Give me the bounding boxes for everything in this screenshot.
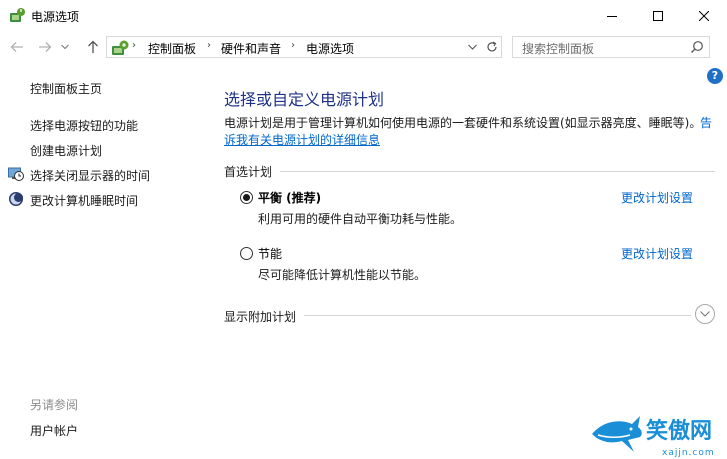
create-power-plan-link[interactable]: 创建电源计划 [30,142,102,159]
power-plan-info-link[interactable]: 诉我有关电源计划的详细信息 [224,131,380,148]
refresh-button[interactable] [482,36,502,58]
radio-power-saver[interactable] [240,247,253,260]
arrow-left-icon [10,42,23,52]
see-also-heading: 另请参阅 [30,398,79,412]
section-divider [280,171,715,172]
search-icon [691,41,703,53]
page-description: 电源计划是用于管理计算机如何使用电源的一套硬件和系统设置(如显示器亮度、睡眠等)… [224,116,702,130]
chevron-down-icon [700,311,710,317]
breadcrumb-separator: › [207,40,211,51]
control-panel-icon [112,40,129,55]
user-accounts-link[interactable]: 用户帐户 [30,422,78,439]
breadcrumb-separator: › [291,40,295,51]
display-off-time-link[interactable]: 选择关闭显示器的时间 [30,167,150,184]
maximize-icon [653,10,663,21]
help-button[interactable]: ? [707,68,723,84]
shark-logo-icon: 笑傲网 xajjn.com [592,416,715,458]
maximize-button[interactable] [635,0,681,31]
radio-balanced[interactable] [240,191,253,204]
address-dropdown-button[interactable] [463,36,481,58]
preferred-plans-header: 首选计划 [224,165,273,179]
breadcrumb-power-options[interactable]: 电源选项 [306,40,354,57]
search-placeholder: 搜索控制面板 [522,42,595,56]
plan-name-balanced[interactable]: 平衡 (推荐) [258,189,321,206]
breadcrumb-separator: › [132,40,136,51]
page-title: 选择或自定义电源计划 [224,90,385,109]
sleep-time-link[interactable]: 更改计算机睡眠时间 [30,192,138,209]
window-title: 电源选项 [31,10,80,24]
chevron-down-icon [467,44,477,50]
expand-additional-plans-button[interactable] [695,304,715,324]
title-bar: 电源选项 [0,0,727,31]
plan-desc-power-saver: 尽可能降低计算机性能以节能。 [258,268,427,282]
power-plan-info-link[interactable]: 告 [700,114,712,131]
power-options-icon [10,8,25,22]
chevron-down-icon [61,44,69,50]
svg-text:笑傲网: 笑傲网 [646,418,712,444]
recent-locations-button[interactable] [58,37,72,57]
control-panel-home-link[interactable]: 控制面板主页 [30,80,102,97]
back-button[interactable] [6,37,28,57]
breadcrumb-control-panel[interactable]: 控制面板 [148,40,196,57]
refresh-icon [486,41,497,52]
search-input[interactable]: 搜索控制面板 [512,36,710,58]
moon-icon [9,192,23,206]
forward-button[interactable] [34,37,56,57]
arrow-up-icon [88,40,98,53]
monitor-clock-icon [8,167,24,181]
section-divider [304,315,691,316]
plan-desc-balanced: 利用可用的硬件自动平衡功耗与性能。 [258,212,463,226]
change-plan-settings-power-saver[interactable]: 更改计划设置 [621,245,693,262]
plan-name-power-saver[interactable]: 节能 [258,245,282,262]
choose-power-button-link[interactable]: 选择电源按钮的功能 [30,117,138,134]
change-plan-settings-balanced[interactable]: 更改计划设置 [621,189,693,206]
additional-plans-header[interactable]: 显示附加计划 [224,308,296,325]
close-icon [699,10,709,21]
up-button[interactable] [82,37,104,57]
svg-text:xajjn.com: xajjn.com [662,448,715,458]
close-button[interactable] [681,0,727,31]
minimize-button[interactable] [589,0,635,31]
breadcrumb-hardware-sound[interactable]: 硬件和声音 [221,40,281,57]
address-bar[interactable]: › 控制面板 › 硬件和声音 › 电源选项 [106,36,502,58]
arrow-right-icon [39,42,52,52]
minimize-icon [607,15,617,17]
watermark: 笑傲网 xajjn.com [588,408,727,459]
